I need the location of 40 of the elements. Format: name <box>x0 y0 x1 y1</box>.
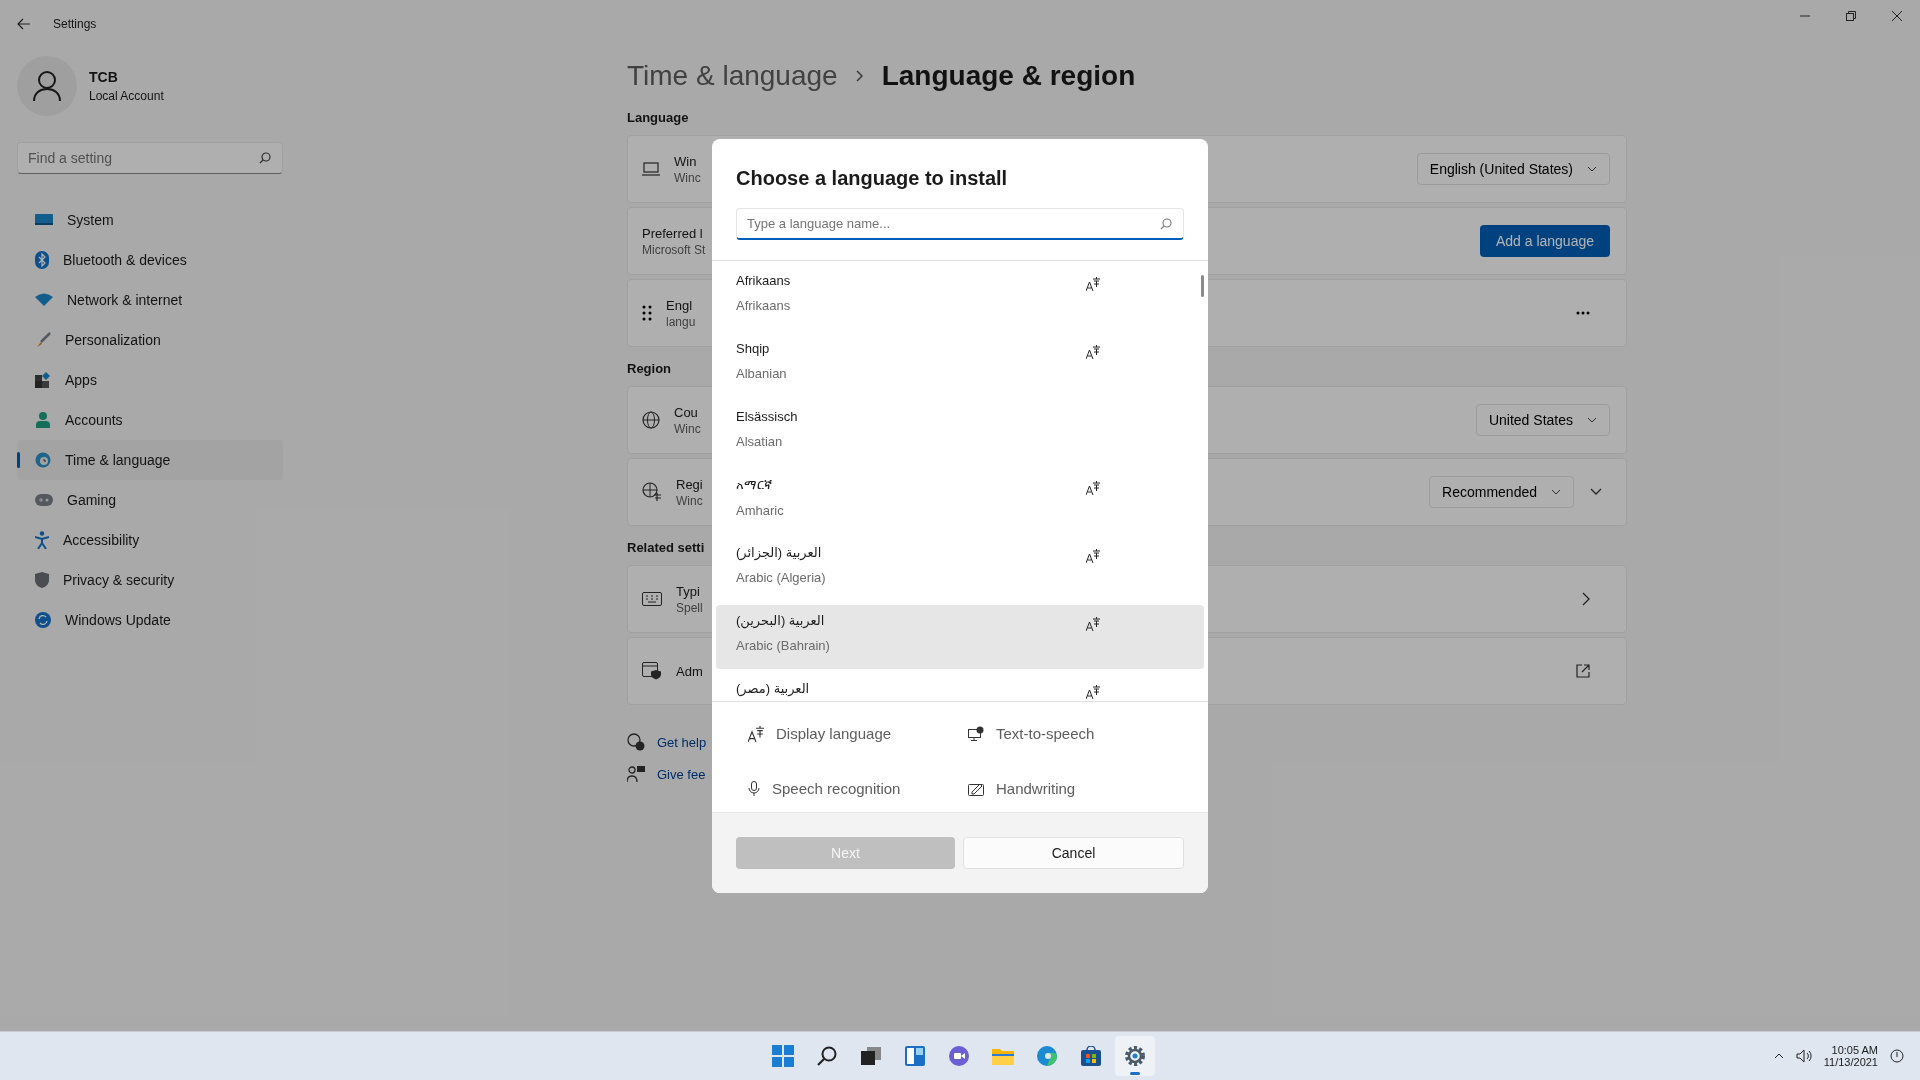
account-type: Local Account <box>89 89 164 103</box>
card-subtitle: Winc <box>676 493 703 508</box>
dialog-title: Choose a language to install <box>736 167 1009 190</box>
card-title: Preferred l <box>642 225 704 241</box>
section-heading: Related setti <box>627 540 705 555</box>
user-name: TCB <box>89 69 119 85</box>
card-subtitle: langu <box>666 314 696 329</box>
card-title: Adm <box>676 663 703 679</box>
card-title: Regi <box>676 476 703 492</box>
language-english-name: Amharic <box>736 503 785 518</box>
card-title: Typi <box>676 583 701 599</box>
language-english-name: Alsatian <box>736 434 784 449</box>
card-title: Engl <box>666 297 694 313</box>
taskbar-date: 11/13/2021 <box>1823 1056 1878 1068</box>
card-title: Cou <box>674 404 699 420</box>
card-title: Win <box>674 153 698 169</box>
card-subtitle: Spell <box>676 600 703 615</box>
language-native-name: Afrikaans <box>736 273 792 288</box>
taskbar-time: 10:05 AM <box>1831 1044 1878 1056</box>
window-title: Settings <box>53 17 97 31</box>
card-subtitle: Winc <box>674 421 701 436</box>
language-english-name: Albanian <box>736 366 788 381</box>
feature-label: Handwriting <box>996 780 1076 797</box>
section-heading: Region <box>627 361 672 376</box>
feature-label: Text-to-speech <box>996 725 1095 742</box>
page-title: Language & region <box>881 60 1136 92</box>
language-native-name: Elsässisch <box>736 409 799 424</box>
language-native-name: العربية (البحرين) <box>736 613 826 628</box>
language-native-name: العربية (مصر) <box>736 681 811 696</box>
language-native-name: አማርኛ <box>736 477 773 493</box>
language-native-name: Shqip <box>736 341 771 356</box>
language-native-name: العربية (الجزائر) <box>736 545 823 560</box>
feature-label: Display language <box>776 725 892 742</box>
feature-label: Speech recognition <box>772 780 901 797</box>
language-english-name: Afrikaans <box>736 298 792 313</box>
language-english-name: Arabic (Algeria) <box>736 570 827 585</box>
card-subtitle: Winc <box>674 170 701 185</box>
card-subtitle: Microsoft St <box>642 242 706 257</box>
section-heading: Language <box>627 110 689 125</box>
language-english-name: Arabic (Bahrain) <box>736 638 831 653</box>
